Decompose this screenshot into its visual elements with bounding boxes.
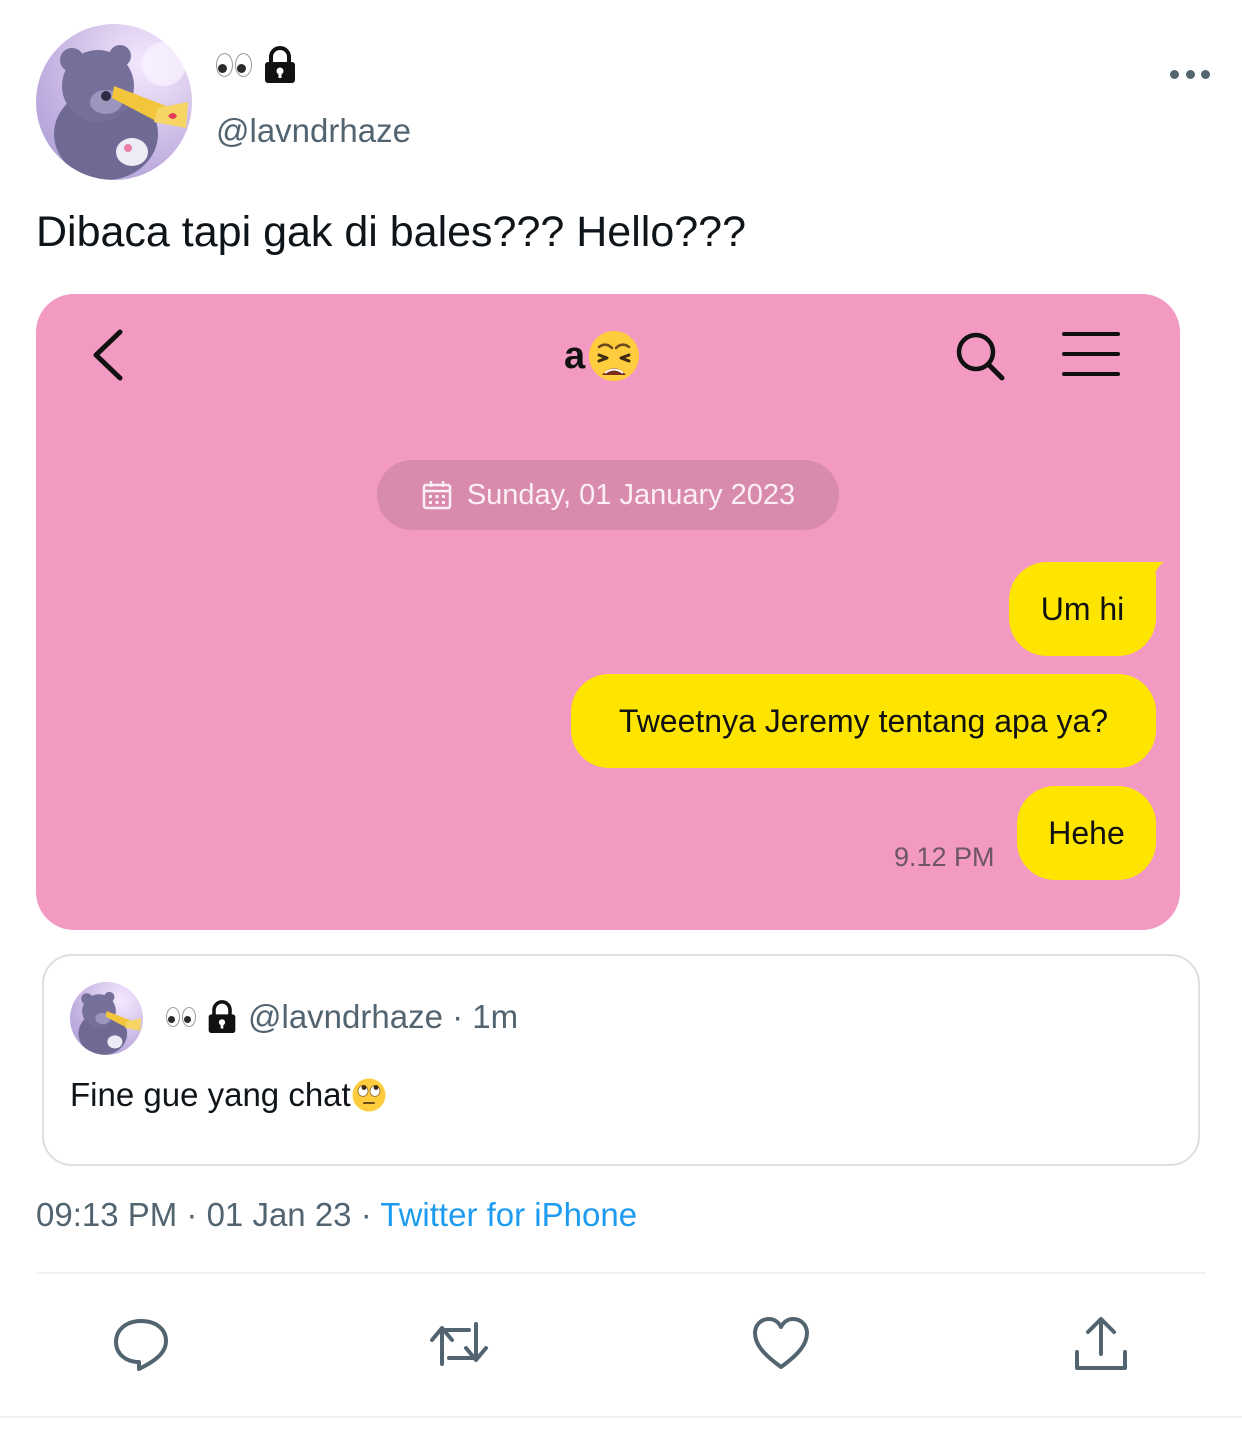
author-avatar[interactable] xyxy=(36,24,192,180)
date-label: Sunday, 01 January 2023 xyxy=(466,478,796,511)
quoted-tweet-header: @lavndrhaze · 1m xyxy=(166,998,518,1036)
tweet-meta: 09:13 PM · 01 Jan 23 · Twitter for iPhon… xyxy=(36,1196,637,1234)
message-time: 9.12 PM xyxy=(894,842,995,872)
face-with-rolling-eyes-emoji-icon xyxy=(352,1078,386,1112)
divider xyxy=(36,1272,1206,1274)
reply-button[interactable] xyxy=(111,1314,171,1374)
share-icon xyxy=(1075,1317,1127,1370)
quoted-tweet-text: Fine gue yang chat xyxy=(70,1076,387,1114)
bubble-tail xyxy=(1142,562,1164,586)
quoted-text: Fine gue yang chat xyxy=(70,1076,351,1113)
hamburger-menu-icon xyxy=(1062,332,1120,376)
eyes-emoji-icon xyxy=(216,53,252,77)
search-icon xyxy=(956,332,1005,381)
quoted-tweet[interactable]: @lavndrhaze · 1m Fine gue yang chat xyxy=(42,954,1200,1166)
tweet-source-link[interactable]: Twitter for iPhone xyxy=(380,1196,637,1233)
like-button[interactable] xyxy=(751,1314,811,1374)
author-handle[interactable]: @lavndrhaze xyxy=(216,112,411,150)
reply-icon xyxy=(114,1319,168,1371)
quoted-handle-time: @lavndrhaze · 1m xyxy=(248,998,519,1035)
tweet-media-chat-screenshot[interactable]: a Sunday, 01 January 2023 Um hi Tweetnya… xyxy=(36,294,1180,930)
date-separator: Sunday, 01 January 2023 xyxy=(377,460,839,530)
quoted-author-avatar xyxy=(70,982,143,1055)
message-bubble: Um hi xyxy=(1009,562,1156,656)
retweet-button[interactable] xyxy=(429,1314,489,1374)
retweet-icon xyxy=(430,1322,488,1366)
message-bubble: Tweetnya Jeremy tentang apa ya? xyxy=(571,674,1156,768)
chat-title-text: a xyxy=(564,334,586,377)
back-arrow-icon xyxy=(93,329,123,381)
tweet-timestamp: 09:13 PM · 01 Jan 23 · xyxy=(36,1196,381,1233)
author-badges xyxy=(216,46,298,84)
divider xyxy=(0,1416,1242,1418)
weary-face-emoji-icon xyxy=(589,331,640,381)
calendar-icon xyxy=(422,481,452,510)
share-button[interactable] xyxy=(1071,1314,1131,1374)
tweet-text: Dibaca tapi gak di bales??? Hello??? xyxy=(36,208,746,256)
more-horizontal-icon[interactable] xyxy=(1170,66,1210,82)
lock-icon xyxy=(208,1000,236,1033)
message-bubble: Hehe xyxy=(1017,786,1156,880)
heart-icon xyxy=(753,1317,809,1369)
chat-title: a xyxy=(564,330,641,382)
eyes-emoji-icon xyxy=(166,1007,196,1027)
lock-icon xyxy=(265,46,295,83)
